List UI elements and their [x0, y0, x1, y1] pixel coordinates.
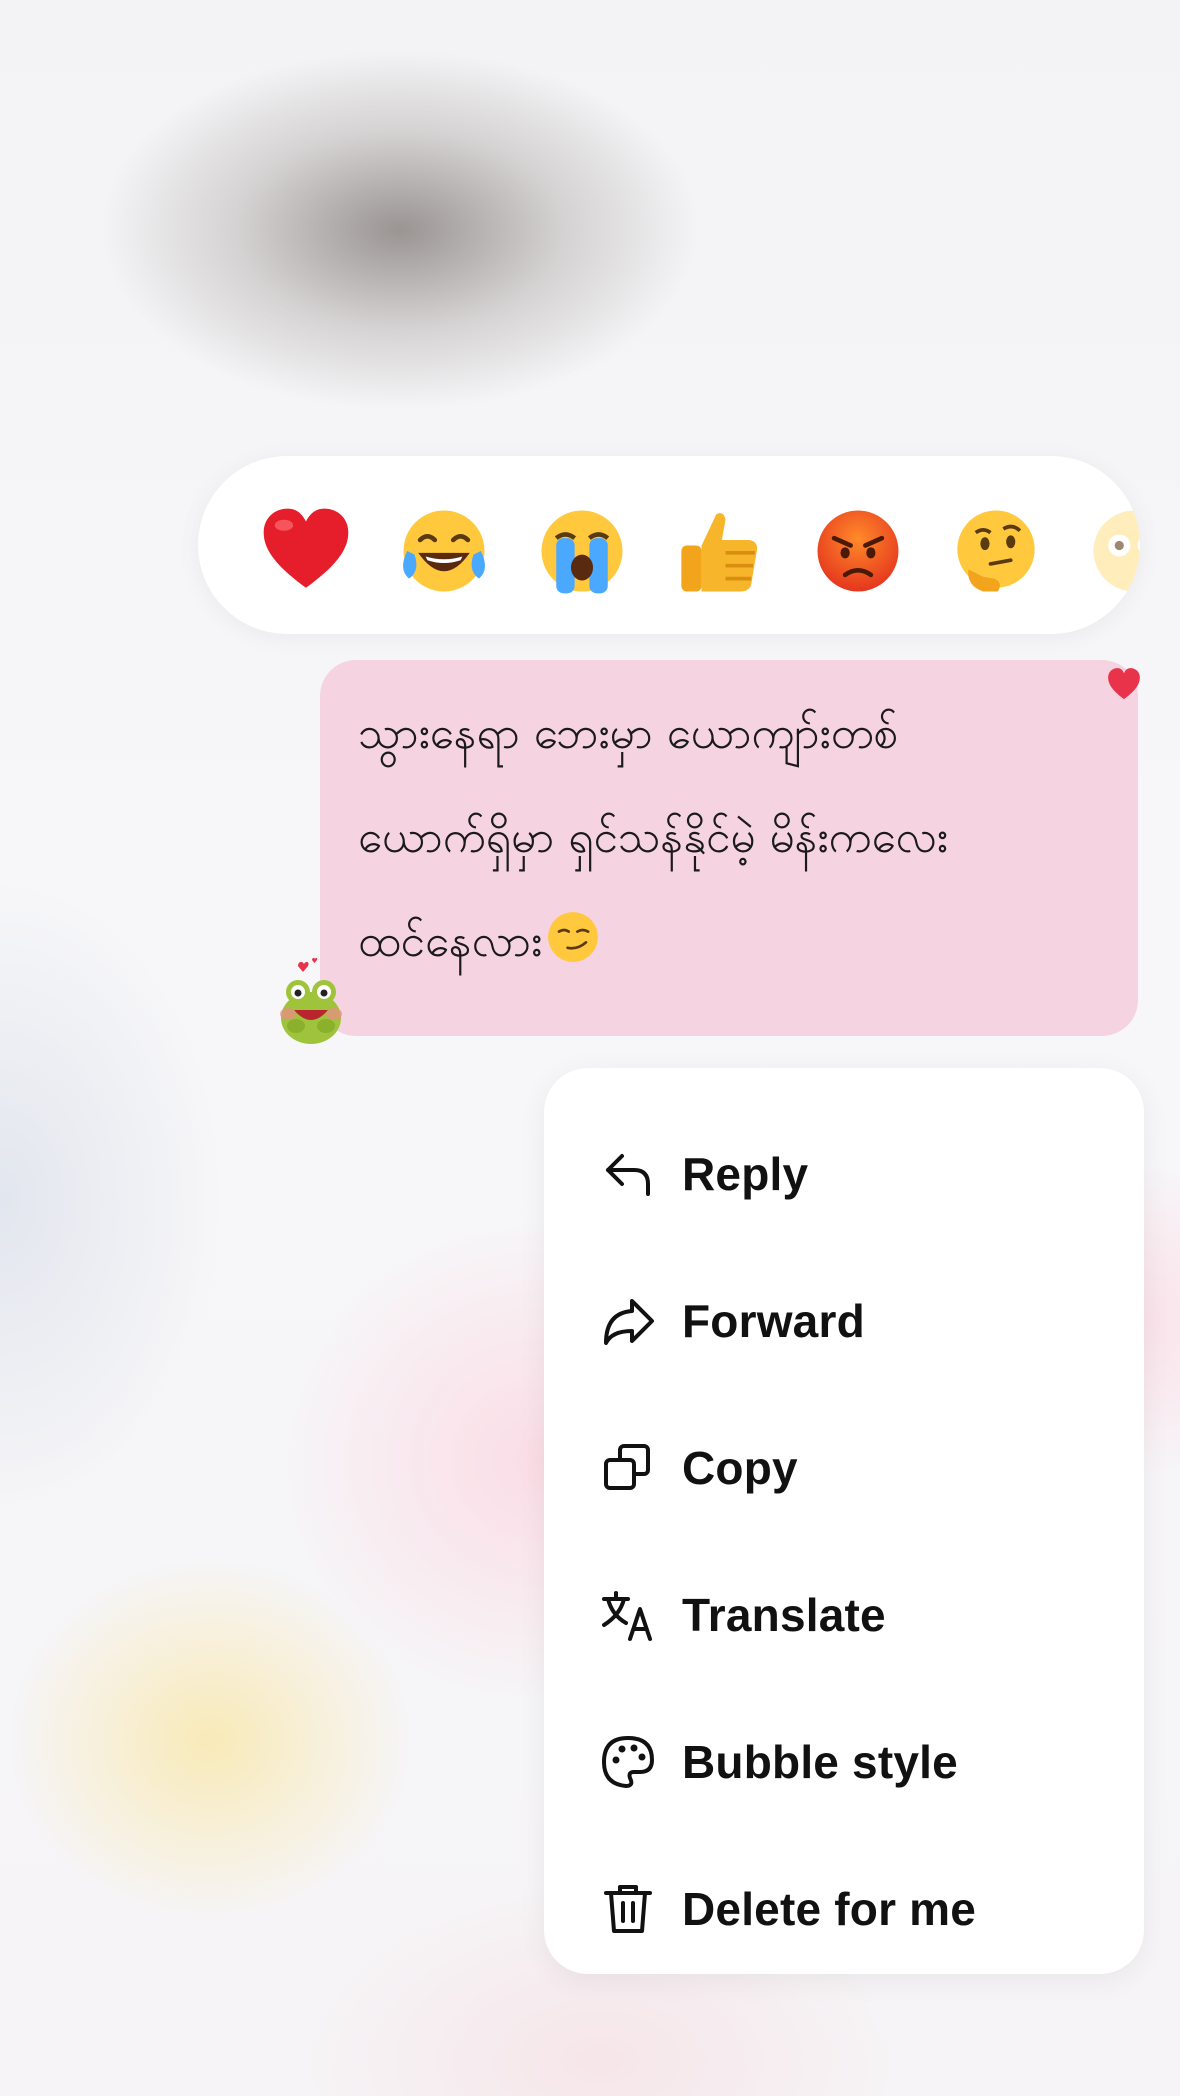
menu-item-label: Forward: [682, 1294, 865, 1347]
heart-icon: [1108, 668, 1140, 700]
reaction-crying[interactable]: [536, 505, 628, 597]
message-line: ယောက်ရှိမှာ ရှင်သန်နိုင်မဲ့ မိန်းကလေး: [358, 812, 948, 863]
menu-item-label: Bubble style: [682, 1735, 958, 1788]
menu-item-label: Reply: [682, 1147, 809, 1200]
flushed-face-emoji-icon: [1093, 510, 1140, 592]
smirking-face-emoji-icon: [548, 912, 598, 962]
menu-item-reply[interactable]: Reply: [544, 1100, 1144, 1247]
translate-icon: [598, 1585, 658, 1645]
thinking-face-emoji-icon: [957, 510, 1035, 592]
menu-item-translate[interactable]: Translate: [544, 1541, 1144, 1688]
reaction-heart[interactable]: [260, 505, 352, 597]
reaction-thumbs-up[interactable]: [674, 505, 766, 597]
menu-item-bubble-style[interactable]: Bubble style: [544, 1688, 1144, 1835]
menu-item-delete[interactable]: Delete for me: [544, 1835, 1144, 1982]
message-text: သွားနေရာ ဘေးမှာ ယောကျာ်းတစ် ယောက်ရှိမှာ …: [358, 682, 1108, 994]
menu-item-forward[interactable]: Forward: [544, 1247, 1144, 1394]
reaction-bar: [198, 456, 1140, 634]
context-menu: Reply Forward Copy Translate Bubble styl…: [544, 1068, 1144, 1974]
trash-icon: [598, 1879, 658, 1939]
message-bubble[interactable]: သွားနေရာ ဘေးမှာ ယောကျာ်းတစ် ယောက်ရှိမှာ …: [320, 660, 1140, 1036]
loudly-crying-emoji-icon: [541, 510, 623, 594]
red-heart-emoji-icon: [263, 508, 349, 588]
message-line: ထင်နေလား: [358, 916, 543, 967]
forward-icon: [598, 1291, 658, 1351]
copy-icon: [598, 1438, 658, 1498]
palette-icon: [598, 1732, 658, 1792]
tears-of-joy-emoji-icon: [403, 510, 485, 592]
reply-icon: [598, 1144, 658, 1204]
menu-item-copy[interactable]: Copy: [544, 1394, 1144, 1541]
message-line: သွားနေရာ ဘေးမှာ ယောကျာ်းတစ်: [358, 708, 899, 759]
angry-face-emoji-icon: [817, 510, 899, 592]
reaction-laugh[interactable]: [398, 505, 490, 597]
reaction-thinking[interactable]: [950, 505, 1042, 597]
menu-item-label: Copy: [682, 1441, 798, 1494]
reaction-angry[interactable]: [812, 505, 904, 597]
reaction-flushed[interactable]: [1088, 505, 1140, 597]
menu-item-label: Delete for me: [682, 1882, 977, 1935]
message-line-last: ထင်နေလား: [358, 890, 1108, 994]
menu-item-label: Translate: [682, 1588, 886, 1641]
frog-sticker-icon: [280, 957, 342, 1044]
thumbs-up-emoji-icon: [681, 513, 758, 592]
